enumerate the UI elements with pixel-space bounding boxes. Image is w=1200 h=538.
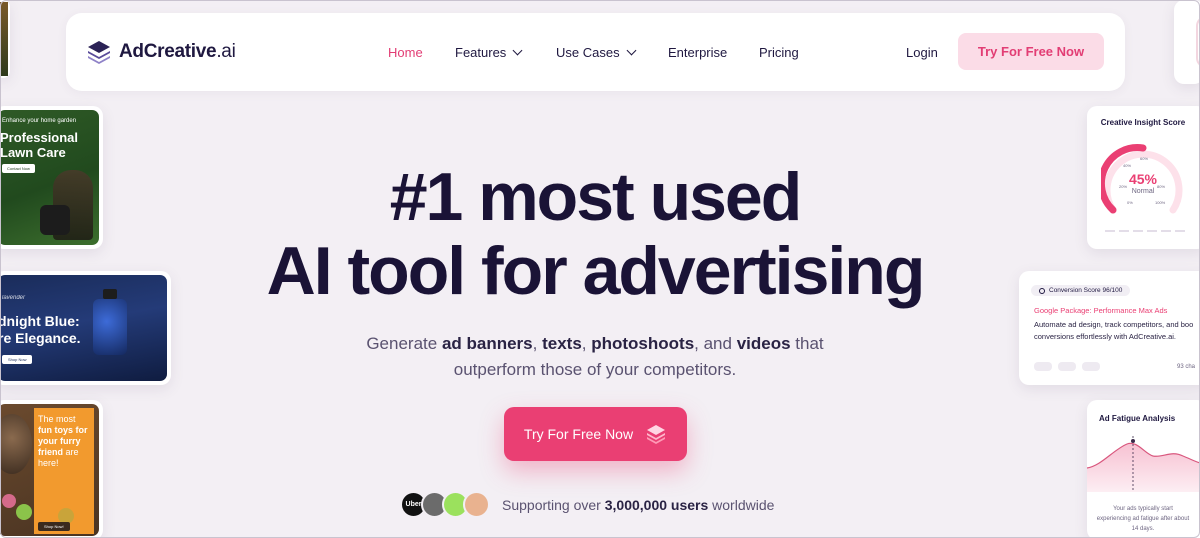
hero-try-free-button[interactable]: Try For Free Now <box>504 407 687 461</box>
hero-subtitle: Generate ad banners, texts, photoshoots,… <box>366 334 824 379</box>
cube-stack-icon <box>647 425 666 444</box>
logo-text: AdCreative.ai <box>119 41 236 62</box>
top-navbar: AdCreative.ai Home Features Use Cases En… <box>66 13 1125 91</box>
scale-dashes <box>1105 230 1185 232</box>
shop-now-button: Shop Now <box>2 355 33 364</box>
user-avatars: Uber <box>400 491 490 518</box>
support-text: Supporting over 3,000,000 users worldwid… <box>502 496 775 513</box>
logo-stack-icon <box>88 41 110 64</box>
placeholder-chip <box>1034 362 1052 371</box>
nav-enterprise[interactable]: Enterprise <box>668 45 727 60</box>
nav-try-free-button[interactable]: Try For Free Now <box>958 33 1104 70</box>
chevron-down-icon <box>512 45 523 56</box>
score-icon <box>1039 287 1045 294</box>
shop-now-button: Shop Now! <box>38 522 70 531</box>
conversion-badge: Conversion Score 96/100 <box>1031 285 1131 296</box>
perfume-cap <box>103 289 117 299</box>
logo[interactable]: AdCreative.ai <box>86 39 236 65</box>
chevron-down-icon <box>626 45 637 56</box>
ad-card-perfume: lavender dnight Blue: re Elegance. Shop N… <box>0 271 171 385</box>
contact-now-button: Contact Now <box>2 164 35 173</box>
score-label: Normal <box>1131 188 1155 195</box>
nav-pricing[interactable]: Pricing <box>759 45 799 60</box>
panel-title: Creative Insight Score <box>1100 118 1186 127</box>
ad-headline: Google Package: Performance Max Ads <box>1034 306 1168 315</box>
avatar <box>463 491 490 518</box>
social-proof: Uber Supporting over 3,000,000 users wor… <box>400 491 774 518</box>
perfume-bottle-image <box>93 299 127 355</box>
fatigue-chart <box>1087 436 1200 492</box>
dog-image <box>0 414 32 474</box>
panel-partial <box>1174 0 1200 84</box>
ad-card-lawn-care: Enhance your home garden Professional Law… <box>0 106 103 249</box>
login-link[interactable]: Login <box>906 45 938 60</box>
hero-title-line1: #1 most used <box>389 159 803 235</box>
score-value: 45% <box>1128 171 1158 187</box>
ad-card-partial <box>0 0 10 78</box>
toy-ball <box>16 504 32 520</box>
ad-fatigue-panel: Ad Fatigue Analysis Your ads typically s… <box>1087 400 1200 538</box>
nav-features[interactable]: Features <box>455 45 523 60</box>
panel-title: Ad Fatigue Analysis <box>1099 414 1176 423</box>
fatigue-note: Your ads typically start experiencing ad… <box>1096 506 1190 532</box>
lawnmower-image <box>40 205 70 235</box>
creative-insight-score-panel: Creative Insight Score 45% Normal 60% 40… <box>1087 106 1200 249</box>
toy-ball <box>2 494 16 508</box>
ad-card-pet-toys: The most fun toys for your furry friend … <box>0 400 103 538</box>
nav-home[interactable]: Home <box>388 45 423 60</box>
hero-title-line2: AI tool for advertising <box>266 233 926 309</box>
conversion-score-panel: Conversion Score 96/100 Google Package: … <box>1019 271 1200 385</box>
nav-use-cases[interactable]: Use Cases <box>556 45 637 60</box>
placeholder-chip <box>1058 362 1076 371</box>
ad-body: Automate ad design, track competitors, a… <box>1034 320 1194 341</box>
placeholder-chip <box>1082 362 1100 371</box>
